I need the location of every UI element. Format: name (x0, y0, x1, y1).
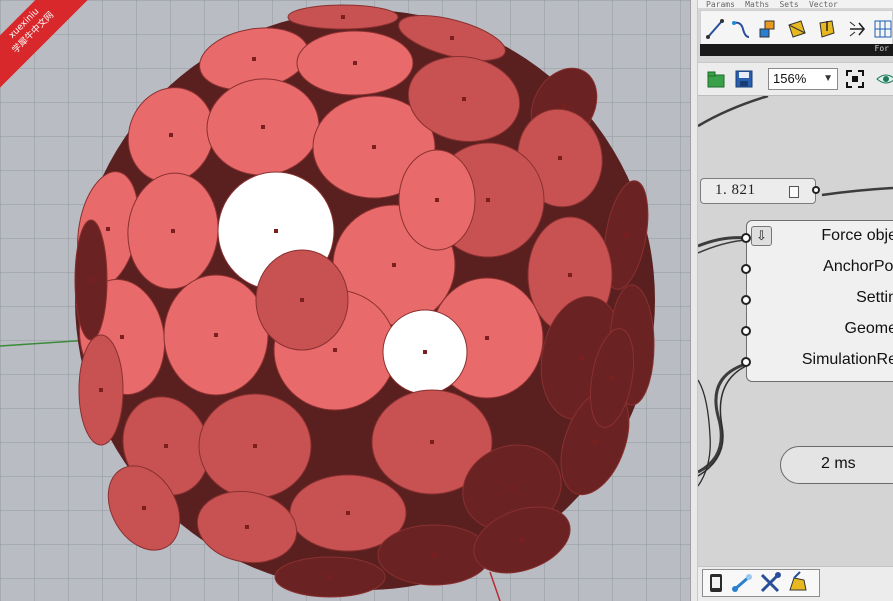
grid-icon[interactable] (873, 17, 893, 41)
center-point (372, 145, 376, 149)
link-icon[interactable] (730, 570, 754, 596)
center-point (99, 388, 103, 392)
input-force-objects[interactable]: ⇩ Force obje (741, 223, 893, 253)
tab-maths[interactable]: Maths (745, 0, 769, 8)
zoom-extents-icon[interactable] (845, 69, 865, 89)
flatten-arrow-icon: ⇩ (751, 226, 772, 246)
panel-splitter[interactable] (690, 0, 698, 601)
y-axis-line (0, 339, 91, 347)
eye-icon[interactable] (876, 69, 893, 89)
center-point (346, 511, 350, 515)
center-point (435, 198, 439, 202)
center-point (462, 97, 466, 101)
grasshopper-panel: Params Maths Sets Vector For 156% ▼ 1. 8… (698, 0, 893, 601)
surface-icon[interactable] (787, 17, 807, 41)
input-label: AnchorPoi (823, 258, 893, 275)
center-point (486, 198, 490, 202)
center-point (252, 57, 256, 61)
slider-handle[interactable] (789, 186, 799, 198)
arrow-icon[interactable] (847, 17, 867, 41)
group-label: For (874, 44, 889, 53)
center-point (562, 104, 566, 108)
input-simulation-reset[interactable]: SimulationRe (741, 347, 893, 377)
canvas-toolbar: 156% ▼ (698, 62, 893, 96)
center-point (89, 278, 93, 282)
rhino-viewport[interactable]: xuexiniu 学犀牛中文网 (0, 0, 690, 601)
line-icon[interactable] (705, 17, 725, 41)
component-tabs: Params Maths Sets Vector (698, 0, 893, 8)
input-label: SimulationRe (801, 351, 893, 368)
zoom-value: 156% (773, 71, 807, 86)
center-point (274, 229, 278, 233)
center-point (423, 350, 427, 354)
box-icon[interactable] (757, 17, 777, 41)
input-port[interactable] (741, 233, 751, 243)
tab-vector[interactable]: Vector (809, 0, 838, 8)
center-point (245, 525, 249, 529)
center-point (593, 440, 597, 444)
sphere-scene (0, 4, 655, 601)
center-point (450, 36, 454, 40)
center-point (106, 227, 110, 231)
input-settings[interactable]: Settin (741, 285, 893, 315)
save-file-icon[interactable] (734, 69, 754, 89)
curve-icon[interactable] (731, 17, 751, 41)
center-point (485, 336, 489, 340)
slider-value: 1. 821 (715, 182, 756, 198)
input-label: Geome (844, 320, 893, 337)
center-point (520, 538, 524, 542)
center-point (610, 376, 614, 380)
open-file-icon[interactable] (706, 69, 726, 89)
tab-params[interactable]: Params (706, 0, 735, 8)
center-point (580, 356, 584, 360)
kangaroo-solver-component[interactable]: ⇩ Force obje AnchorPoi Settin Geome Simu… (741, 220, 893, 382)
center-point (510, 486, 514, 490)
center-point (341, 15, 345, 19)
center-point (333, 348, 337, 352)
center-point (120, 335, 124, 339)
center-point (164, 444, 168, 448)
timer-label: 2 ms (821, 455, 856, 472)
center-point (171, 229, 175, 233)
phone-icon[interactable] (704, 570, 728, 596)
tools-icon[interactable] (758, 570, 782, 596)
zoom-select[interactable]: 156% ▼ (768, 68, 838, 90)
input-port[interactable] (741, 326, 751, 336)
status-bar (698, 566, 893, 601)
input-port[interactable] (741, 264, 751, 274)
timer-component[interactable]: 2 ms (780, 446, 893, 484)
input-geometry[interactable]: Geome (741, 316, 893, 346)
center-point (328, 575, 332, 579)
center-point (558, 156, 562, 160)
center-point (568, 273, 572, 277)
component-group-bar: For (700, 44, 893, 56)
center-point (253, 444, 257, 448)
input-port[interactable] (741, 295, 751, 305)
arrow-icon[interactable] (817, 17, 837, 41)
input-label: Force obje (821, 227, 893, 244)
input-anchor-points[interactable]: AnchorPoi (741, 254, 893, 284)
grasshopper-canvas[interactable]: 1. 821 ⇩ Force obje AnchorPoi Settin Geo… (698, 96, 893, 566)
center-point (432, 553, 436, 557)
sketch-icon[interactable] (786, 570, 810, 596)
x-axis-line (489, 571, 501, 601)
input-port[interactable] (741, 357, 751, 367)
tab-sets[interactable]: Sets (779, 0, 798, 8)
center-point (430, 440, 434, 444)
center-point (624, 233, 628, 237)
center-point (169, 133, 173, 137)
number-slider[interactable]: 1. 821 (700, 178, 820, 204)
center-point (300, 298, 304, 302)
center-point (392, 263, 396, 267)
chevron-down-icon: ▼ (823, 73, 833, 84)
center-point (261, 125, 265, 129)
input-label: Settin (856, 289, 893, 306)
center-point (353, 61, 357, 65)
slider-output-port[interactable] (812, 186, 820, 194)
center-point (142, 506, 146, 510)
center-point (214, 333, 218, 337)
